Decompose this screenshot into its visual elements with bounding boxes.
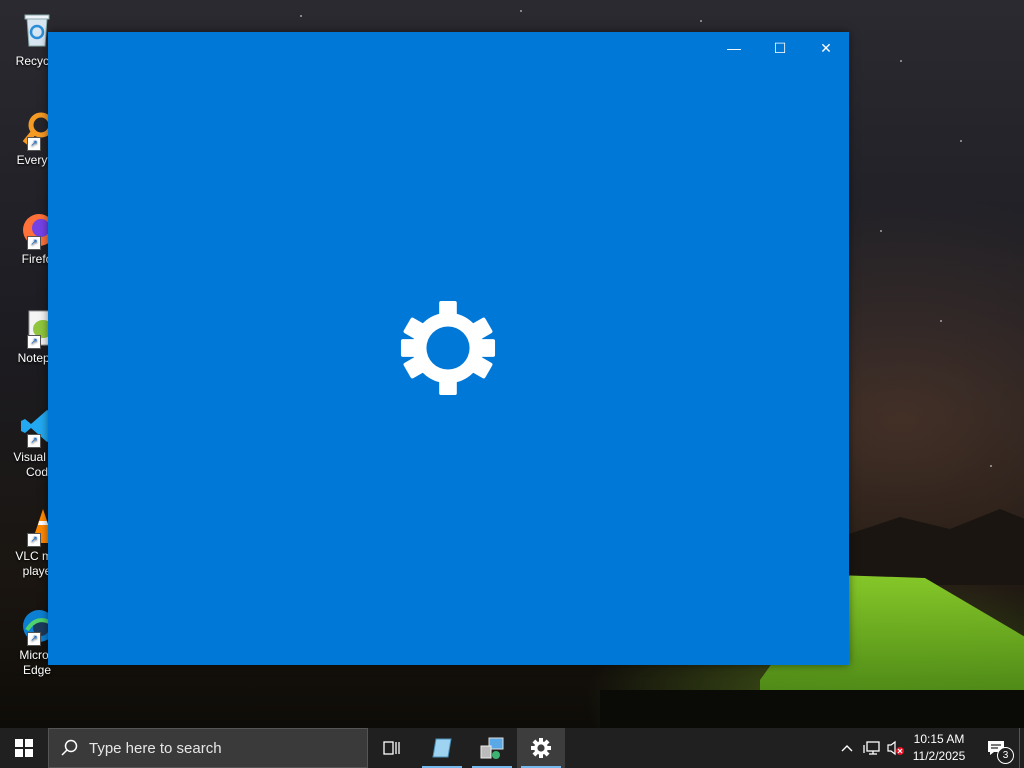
minimize-button[interactable]: — [711,32,757,64]
gear-icon [400,300,496,396]
taskbar-app-notepad[interactable] [418,728,466,768]
control-panel-icon [480,737,504,759]
settings-gear-icon [531,738,551,758]
taskbar-search-box[interactable]: Type here to search [48,728,368,768]
shortcut-arrow-icon: ↗ [27,632,41,646]
task-view-icon [383,741,400,755]
show-hidden-icons-button[interactable] [836,728,858,768]
notepad-icon [432,738,452,758]
search-icon [61,739,78,756]
task-view-button[interactable] [368,728,416,768]
shortcut-arrow-icon: ↗ [27,236,41,250]
action-center-button[interactable]: 3 [978,728,1014,768]
taskbar-clock[interactable]: 10:15 AM 11/2/2025 [906,731,972,765]
close-button[interactable]: ✕ [803,32,849,64]
search-placeholder: Type here to search [89,739,222,757]
start-button[interactable] [0,728,48,768]
ground [600,690,1024,728]
notification-count-badge: 3 [997,747,1014,764]
show-desktop-button[interactable] [1019,728,1024,768]
window-title-controls: — ☐ ✕ [711,32,849,64]
windows-logo-icon [15,739,33,757]
chevron-up-icon [841,745,853,752]
shortcut-arrow-icon: ↗ [27,335,41,349]
shortcut-arrow-icon: ↗ [27,137,41,151]
volume-muted-icon [887,740,904,756]
clock-time: 10:15 AM [913,732,965,746]
mountain-silhouette [840,509,1024,585]
network-status-button[interactable] [860,728,884,768]
taskbar-app-control-panel[interactable] [468,728,516,768]
shortcut-arrow-icon: ↗ [27,434,41,448]
volume-button[interactable] [884,728,906,768]
shortcut-arrow-icon: ↗ [27,533,41,547]
clock-date: 11/2/2025 [912,749,966,763]
settings-window[interactable]: — ☐ ✕ [48,32,849,665]
maximize-icon: ☐ [773,39,787,56]
network-icon [863,741,880,755]
taskbar: Type here to search 10:15 AM 11/2/2025 3 [0,728,1024,768]
minimize-icon: — [727,40,741,56]
maximize-button[interactable]: ☐ [757,32,803,64]
close-icon: ✕ [820,39,832,56]
taskbar-app-settings[interactable] [517,728,565,768]
